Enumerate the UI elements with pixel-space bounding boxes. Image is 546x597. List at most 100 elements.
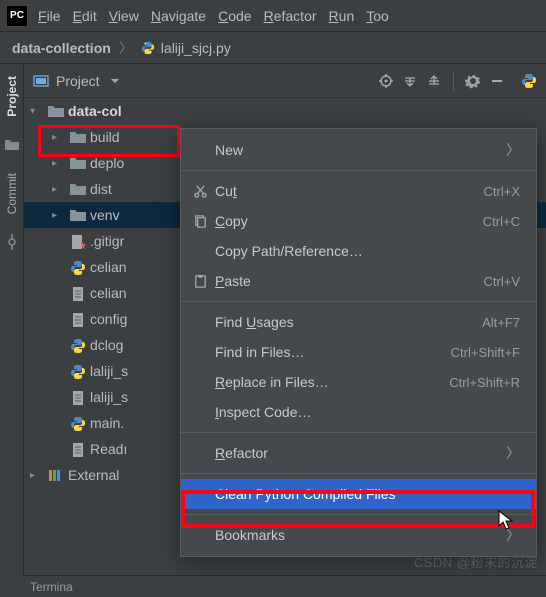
tree-item-label: main. <box>90 415 124 431</box>
menu-item-label: Clean Python Compiled Files <box>215 486 520 502</box>
file-icon <box>70 364 86 378</box>
chevron-right-icon[interactable]: ▸ <box>52 184 66 195</box>
tree-item-label: build <box>90 129 120 145</box>
menu-code[interactable]: Code <box>212 5 257 27</box>
tree-item-label: laliji_s <box>90 389 128 405</box>
menu-separator <box>181 432 536 433</box>
context-menu-item[interactable]: Replace in Files…Ctrl+Shift+R <box>181 367 536 397</box>
file-icon <box>70 312 86 326</box>
menu-item-label: Inspect Code… <box>215 404 520 420</box>
tree-item-label: venv <box>90 207 120 223</box>
menu-shortcut: Ctrl+V <box>484 274 520 289</box>
menu-shortcut: Ctrl+C <box>483 214 520 229</box>
chevron-right-icon[interactable]: ▸ <box>52 158 66 169</box>
menu-file[interactable]: File <box>32 5 67 27</box>
breadcrumb-filename: laliji_sjcj.py <box>161 40 231 56</box>
python-file-icon <box>141 41 155 55</box>
left-gutter: Project Commit <box>0 64 24 575</box>
folder-icon <box>70 156 86 170</box>
project-tool-tab[interactable]: Project <box>5 70 19 123</box>
dropdown-icon[interactable] <box>106 72 124 90</box>
file-icon <box>70 390 86 404</box>
menu-too[interactable]: Too <box>360 5 395 27</box>
chevron-right-icon: 〉 <box>119 38 133 58</box>
menu-edit[interactable]: Edit <box>67 5 103 27</box>
target-icon[interactable] <box>377 72 395 90</box>
status-bar: Termina <box>24 575 546 597</box>
python-tool-icon[interactable] <box>520 72 538 90</box>
project-panel-header: Project <box>24 64 546 98</box>
context-menu-item[interactable]: Find in Files…Ctrl+Shift+F <box>181 337 536 367</box>
menu-separator <box>181 514 536 515</box>
menu-item-label: Copy Path/Reference… <box>215 243 520 259</box>
menu-run[interactable]: Run <box>323 5 361 27</box>
menu-shortcut: Ctrl+Shift+R <box>449 375 520 390</box>
context-menu-item[interactable]: Bookmarks〉 <box>181 520 536 550</box>
menu-item-label: Cut <box>215 183 484 199</box>
terminal-tab[interactable]: Termina <box>30 580 73 594</box>
menu-shortcut: Alt+F7 <box>482 315 520 330</box>
context-menu-item[interactable]: Find UsagesAlt+F7 <box>181 307 536 337</box>
library-icon <box>48 468 64 482</box>
menu-refactor[interactable]: Refactor <box>258 5 323 27</box>
mouse-cursor <box>498 510 516 535</box>
chevron-right-icon[interactable]: ▸ <box>52 210 66 221</box>
context-menu-item[interactable]: PasteCtrl+V <box>181 266 536 296</box>
paste-icon <box>193 274 215 289</box>
menu-shortcut: Ctrl+X <box>484 184 520 199</box>
context-menu-item[interactable]: Clean Python Compiled Files <box>181 479 536 509</box>
project-view-icon[interactable] <box>32 72 50 90</box>
collapse-all-icon[interactable] <box>425 72 443 90</box>
breadcrumb: data-collection 〉 laliji_sjcj.py <box>0 32 546 64</box>
main-menubar: PC FileEditViewNavigateCodeRefactorRunTo… <box>0 0 546 32</box>
folder-icon <box>70 208 86 222</box>
file-icon <box>70 260 86 274</box>
breadcrumb-file[interactable]: laliji_sjcj.py <box>141 40 231 56</box>
project-panel-title[interactable]: Project <box>56 73 100 89</box>
expand-all-icon[interactable] <box>401 72 419 90</box>
tree-item-label: dclog <box>90 337 123 353</box>
chevron-right-icon[interactable]: ▸ <box>52 132 66 143</box>
folder-icon[interactable] <box>4 137 20 153</box>
gear-icon[interactable] <box>464 72 482 90</box>
chevron-down-icon[interactable]: ▾ <box>30 106 44 117</box>
menu-item-label: New <box>215 142 506 158</box>
context-menu-item[interactable]: Copy Path/Reference… <box>181 236 536 266</box>
file-icon <box>70 338 86 352</box>
copy-icon <box>193 214 215 229</box>
context-menu-item[interactable]: Inspect Code… <box>181 397 536 427</box>
file-icon <box>70 442 86 456</box>
tree-item-label: Readı <box>90 441 127 457</box>
tree-root-label: data-col <box>68 103 122 119</box>
separator <box>453 71 454 91</box>
context-menu-item[interactable]: New〉 <box>181 135 536 165</box>
tree-item-label: dist <box>90 181 112 197</box>
minimize-icon[interactable] <box>488 72 506 90</box>
folder-icon <box>70 182 86 196</box>
file-icon <box>70 416 86 430</box>
context-menu-item[interactable]: CutCtrl+X <box>181 176 536 206</box>
breadcrumb-project[interactable]: data-collection <box>12 40 111 56</box>
menu-view[interactable]: View <box>103 5 145 27</box>
menu-separator <box>181 301 536 302</box>
app-logo: PC <box>6 5 28 27</box>
cut-icon <box>193 184 215 199</box>
chevron-right-icon: 〉 <box>506 140 520 160</box>
menu-item-label: Copy <box>215 213 483 229</box>
chevron-right-icon[interactable]: ▸ <box>30 470 44 481</box>
file-icon <box>70 234 86 248</box>
menu-navigate[interactable]: Navigate <box>145 5 212 27</box>
tree-item-label: celian <box>90 259 127 275</box>
commit-tool-tab[interactable]: Commit <box>5 167 19 220</box>
tree-item-label: celian <box>90 285 127 301</box>
commit-icon[interactable] <box>4 234 20 250</box>
tree-item-label: config <box>90 311 127 327</box>
menu-separator <box>181 170 536 171</box>
context-menu-item[interactable]: Refactor〉 <box>181 438 536 468</box>
menu-item-label: Find in Files… <box>215 344 451 360</box>
folder-icon <box>48 104 64 118</box>
menu-item-label: Bookmarks <box>215 527 506 543</box>
context-menu-item[interactable]: CopyCtrl+C <box>181 206 536 236</box>
tree-root[interactable]: ▾ data-col <box>24 98 546 124</box>
tree-item-label: deplo <box>90 155 124 171</box>
